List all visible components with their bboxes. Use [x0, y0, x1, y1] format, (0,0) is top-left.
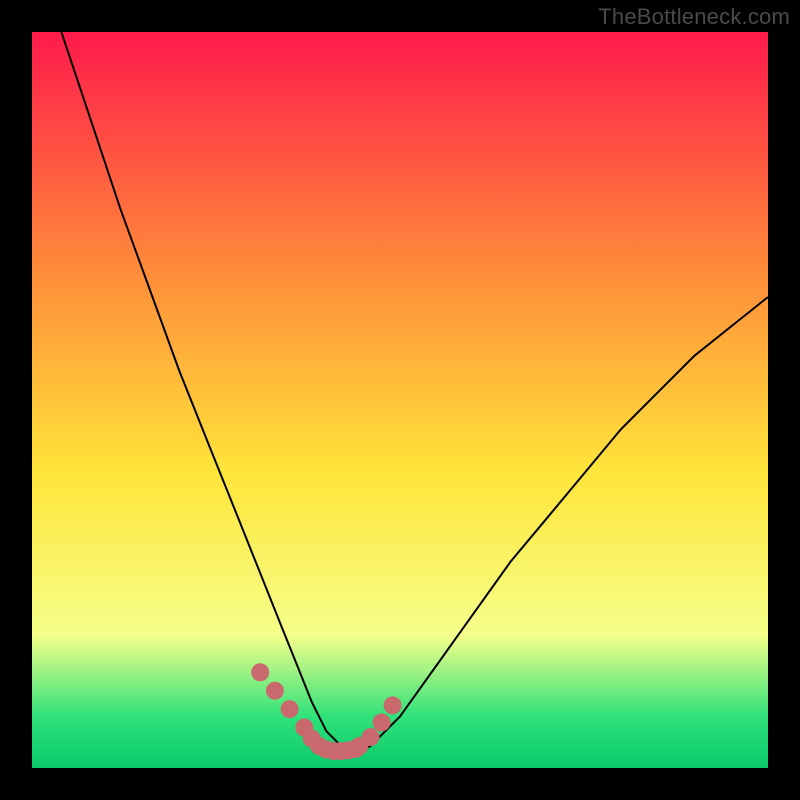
highlight-marker: [251, 663, 269, 681]
highlight-marker: [384, 696, 402, 714]
highlight-marker: [266, 682, 284, 700]
chart-svg: [32, 32, 768, 768]
gradient-background: [32, 32, 768, 768]
highlight-marker: [373, 713, 391, 731]
plot-area: [32, 32, 768, 768]
highlight-marker: [281, 700, 299, 718]
highlight-marker: [362, 728, 380, 746]
chart-frame: TheBottleneck.com: [0, 0, 800, 800]
watermark-text: TheBottleneck.com: [598, 4, 790, 30]
